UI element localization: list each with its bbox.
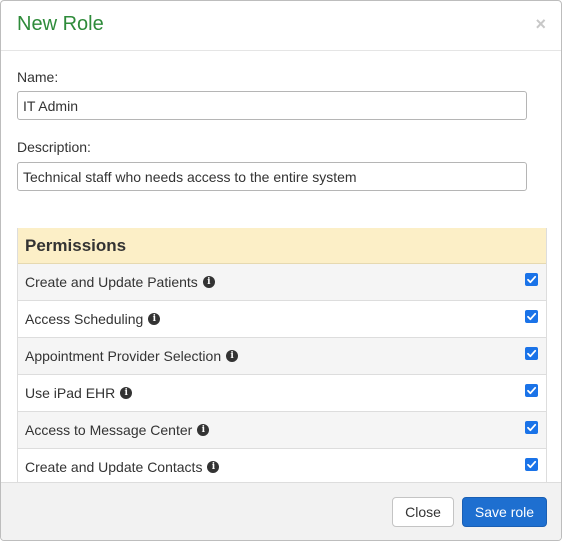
- name-label: Name:: [17, 69, 59, 85]
- permission-label: Create and Update Contacts: [25, 459, 203, 475]
- name-input[interactable]: [17, 91, 527, 120]
- description-label: Description:: [17, 139, 91, 155]
- permission-label: Access to Message Center: [25, 422, 193, 438]
- permission-label: Use iPad EHR: [25, 385, 116, 401]
- dialog-body: Name: Description: Permissions Create an…: [1, 52, 561, 482]
- permissions-header: Permissions: [18, 228, 546, 264]
- info-icon[interactable]: i: [226, 350, 239, 362]
- permission-row: Access to Message Center i: [18, 412, 546, 449]
- permission-checkbox[interactable]: [525, 458, 538, 471]
- permission-row: Use iPad EHR i: [18, 375, 546, 412]
- permission-label: Appointment Provider Selection: [25, 348, 222, 364]
- permission-checkbox[interactable]: [525, 310, 538, 323]
- new-role-dialog: New Role × Name: Description: Permission…: [0, 0, 562, 541]
- permission-row: Create and Update Patients i: [18, 264, 546, 301]
- dialog-title: New Role: [17, 13, 104, 35]
- permission-label: Create and Update Patients: [25, 274, 198, 290]
- close-button[interactable]: Close: [392, 497, 454, 527]
- permission-label: Access Scheduling: [25, 311, 144, 327]
- permission-checkbox[interactable]: [525, 347, 538, 360]
- permission-checkbox[interactable]: [525, 421, 538, 434]
- permissions-list: Create and Update Patients i Access Schedu…: [18, 264, 546, 482]
- permission-row: Access Scheduling i: [18, 301, 546, 338]
- info-icon[interactable]: i: [120, 387, 133, 399]
- description-input[interactable]: [17, 162, 527, 191]
- info-icon[interactable]: i: [197, 424, 210, 436]
- dialog-header: New Role ×: [1, 1, 561, 51]
- permission-row: Create and Update Contacts i: [18, 449, 546, 482]
- info-icon[interactable]: i: [148, 313, 161, 325]
- info-icon[interactable]: i: [202, 276, 215, 288]
- close-icon[interactable]: ×: [535, 15, 546, 33]
- permission-checkbox[interactable]: [525, 384, 538, 397]
- permissions-panel: Permissions Create and Update Patients i A…: [17, 228, 547, 482]
- permission-row: Appointment Provider Selection i: [18, 338, 546, 375]
- permission-checkbox[interactable]: [525, 273, 538, 286]
- info-icon[interactable]: i: [207, 461, 220, 473]
- save-role-button[interactable]: Save role: [462, 497, 547, 527]
- dialog-footer: Close Save role: [1, 482, 561, 540]
